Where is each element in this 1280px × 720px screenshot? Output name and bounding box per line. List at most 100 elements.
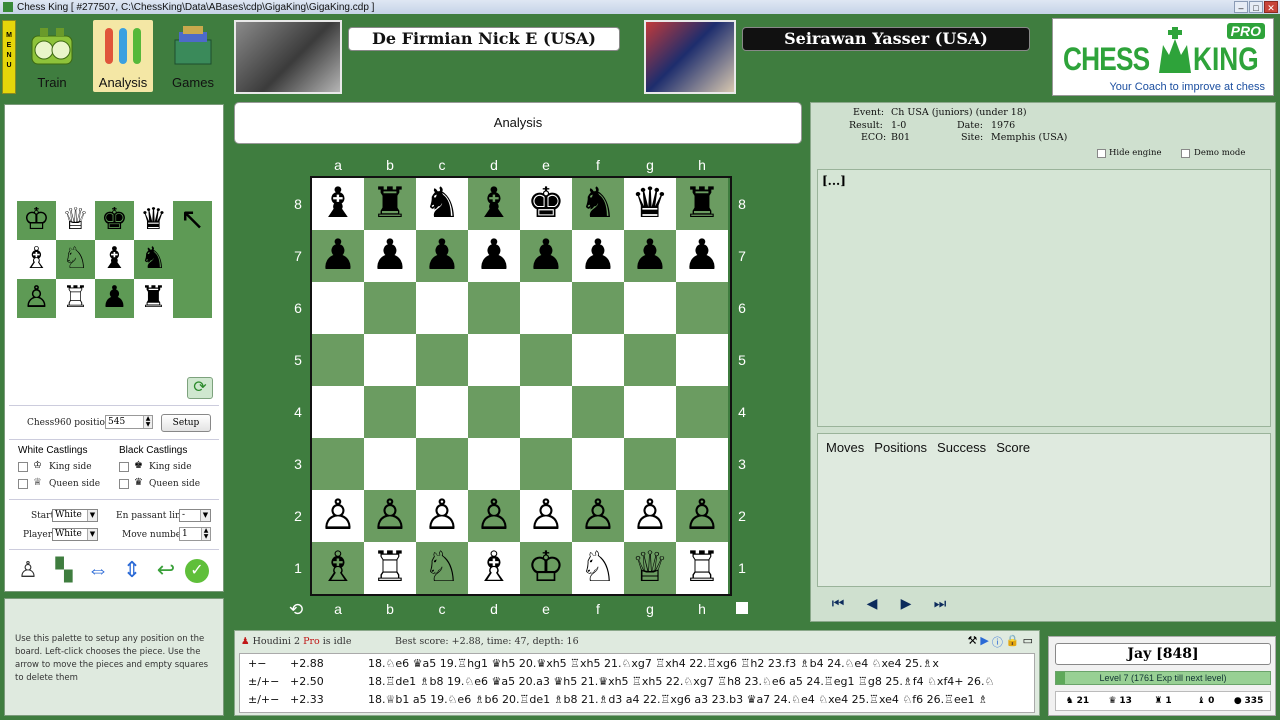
board-square-c4[interactable] — [416, 386, 468, 438]
board-square-c2[interactable]: ♙ — [416, 490, 468, 542]
palette-piece[interactable]: ♗ — [17, 240, 56, 279]
chess960-input[interactable]: 545 ▲ ▼ — [105, 415, 153, 429]
board-square-a6[interactable] — [312, 282, 364, 334]
last-move-icon[interactable]: ⏭ — [931, 595, 949, 612]
board-square-g6[interactable] — [624, 282, 676, 334]
board-square-e6[interactable] — [520, 282, 572, 334]
palette-piece[interactable]: ♖ — [56, 279, 95, 318]
board-square-c7[interactable]: ♟ — [416, 230, 468, 282]
palette-piece[interactable]: ♛ — [134, 201, 173, 240]
board-square-c3[interactable] — [416, 438, 468, 490]
tab-positions[interactable]: Positions — [874, 440, 927, 455]
board-square-h8[interactable]: ♜ — [676, 178, 728, 230]
board-square-a5[interactable] — [312, 334, 364, 386]
train-button[interactable]: Train — [22, 20, 82, 92]
board-square-e5[interactable] — [520, 334, 572, 386]
engine-info-icon[interactable]: ⓘ — [992, 634, 1003, 650]
board-square-h5[interactable] — [676, 334, 728, 386]
board-square-f5[interactable] — [572, 334, 624, 386]
board-square-g8[interactable]: ♛ — [624, 178, 676, 230]
engine-lock-icon[interactable]: 🔒 — [1006, 634, 1020, 650]
hide-engine-checkbox[interactable] — [1097, 149, 1106, 158]
palette-piece[interactable]: ♘ — [56, 240, 95, 279]
demo-mode-checkbox[interactable] — [1181, 149, 1190, 158]
black-queen-side-checkbox[interactable] — [119, 479, 129, 489]
board-square-a2[interactable]: ♙ — [312, 490, 364, 542]
analysis-button[interactable]: Analysis — [93, 20, 153, 92]
board-square-d7[interactable]: ♟ — [468, 230, 520, 282]
board-square-d1[interactable]: ♗ — [468, 542, 520, 594]
refresh-icon[interactable]: ⟳ — [187, 377, 213, 399]
palette-piece[interactable] — [173, 240, 212, 279]
start-select[interactable]: White ▼ — [52, 509, 98, 522]
board-square-e8[interactable]: ♚ — [520, 178, 572, 230]
palette-piece[interactable]: ♕ — [56, 201, 95, 240]
board-square-d4[interactable] — [468, 386, 520, 438]
board-square-e3[interactable] — [520, 438, 572, 490]
palette-piece[interactable]: ♔ — [17, 201, 56, 240]
board-square-b7[interactable]: ♟ — [364, 230, 416, 282]
first-move-icon[interactable]: ⏮ — [829, 595, 847, 612]
board-square-d6[interactable] — [468, 282, 520, 334]
engine-line[interactable]: ±/+− +2.50 18.♖de1 ♗b8 19.♘e6 ♛a5 20.a3 ♛h… — [240, 673, 1034, 691]
flip-horizontal-icon[interactable]: ⇔ — [85, 557, 111, 583]
palette-piece[interactable]: ♞ — [134, 240, 173, 279]
board-square-f8[interactable]: ♞ — [572, 178, 624, 230]
spinner-arrows-icon[interactable]: ▲ ▼ — [143, 416, 152, 428]
games-button[interactable]: Games — [163, 20, 223, 92]
flip-vertical-icon[interactable]: ⇕ — [119, 557, 145, 583]
minimize-button[interactable]: – — [1234, 1, 1248, 13]
board-square-b1[interactable]: ♖ — [364, 542, 416, 594]
player-select[interactable]: White ▼ — [52, 528, 98, 541]
close-button[interactable]: ✕ — [1264, 1, 1278, 13]
board-square-c5[interactable] — [416, 334, 468, 386]
board-square-g7[interactable]: ♟ — [624, 230, 676, 282]
board-square-e1[interactable]: ♔ — [520, 542, 572, 594]
board-square-a1[interactable]: ♗ — [312, 542, 364, 594]
board-square-d8[interactable]: ♝ — [468, 178, 520, 230]
engine-line[interactable]: ±/+− +2.33 18.♕b1 a5 19.♘e6 ♗b6 20.♖de1 ♗b… — [240, 691, 1034, 709]
board-square-g2[interactable]: ♙ — [624, 490, 676, 542]
palette-piece[interactable]: ♜ — [134, 279, 173, 318]
palette-piece[interactable] — [173, 279, 212, 318]
notation-area[interactable]: [...] — [817, 169, 1271, 427]
engine-play-icon[interactable]: ▶ — [980, 634, 988, 650]
move-number-input[interactable]: 1 ▲ ▼ — [179, 527, 211, 541]
clear-board-icon[interactable]: ▚ — [51, 557, 77, 583]
board-square-d2[interactable]: ♙ — [468, 490, 520, 542]
board-square-f2[interactable]: ♙ — [572, 490, 624, 542]
white-queen-side-checkbox[interactable] — [18, 479, 28, 489]
board-square-b3[interactable] — [364, 438, 416, 490]
board-square-f4[interactable] — [572, 386, 624, 438]
board-square-h4[interactable] — [676, 386, 728, 438]
board-square-c6[interactable] — [416, 282, 468, 334]
previous-move-icon[interactable]: ◀ — [863, 595, 881, 612]
board-square-f1[interactable]: ♘ — [572, 542, 624, 594]
chess-board[interactable]: ♝ ♜ ♞ ♝ ♚ ♞ ♛ ♜ ♟ ♟ ♟ ♟ ♟ ♟ ♟ ♟ ♙ ♙ ♙ ♙ ♙ ♙ ♙ ♙ ♗ ♖ ♘ ♗ ♔ ♘ ♕ ♖ — [310, 176, 732, 596]
board-square-h2[interactable]: ♙ — [676, 490, 728, 542]
engine-hide-icon[interactable]: ▭ — [1023, 634, 1033, 650]
board-square-h6[interactable] — [676, 282, 728, 334]
board-square-h7[interactable]: ♟ — [676, 230, 728, 282]
confirm-icon[interactable]: ✓ — [185, 559, 209, 583]
board-square-h1[interactable]: ♖ — [676, 542, 728, 594]
board-square-h3[interactable] — [676, 438, 728, 490]
board-square-e2[interactable]: ♙ — [520, 490, 572, 542]
board-square-b2[interactable]: ♙ — [364, 490, 416, 542]
tab-score[interactable]: Score — [996, 440, 1030, 455]
board-square-a8[interactable]: ♝ — [312, 178, 364, 230]
board-square-c1[interactable]: ♘ — [416, 542, 468, 594]
board-square-g4[interactable] — [624, 386, 676, 438]
board-square-f7[interactable]: ♟ — [572, 230, 624, 282]
next-move-icon[interactable]: ▶ — [897, 595, 915, 612]
board-square-a3[interactable] — [312, 438, 364, 490]
white-king-side-checkbox[interactable] — [18, 462, 28, 472]
palette-piece[interactable]: ♟ — [95, 279, 134, 318]
initial-position-icon[interactable]: ♙ — [15, 557, 41, 583]
board-square-b8[interactable]: ♜ — [364, 178, 416, 230]
engine-line[interactable]: +− +2.88 18.♘e6 ♛a5 19.♖hg1 ♛h5 20.♛xh5 ♖x… — [240, 655, 1034, 673]
board-square-g5[interactable] — [624, 334, 676, 386]
board-square-b6[interactable] — [364, 282, 416, 334]
flip-board-icon[interactable]: ⟲ — [289, 600, 303, 620]
board-square-e7[interactable]: ♟ — [520, 230, 572, 282]
